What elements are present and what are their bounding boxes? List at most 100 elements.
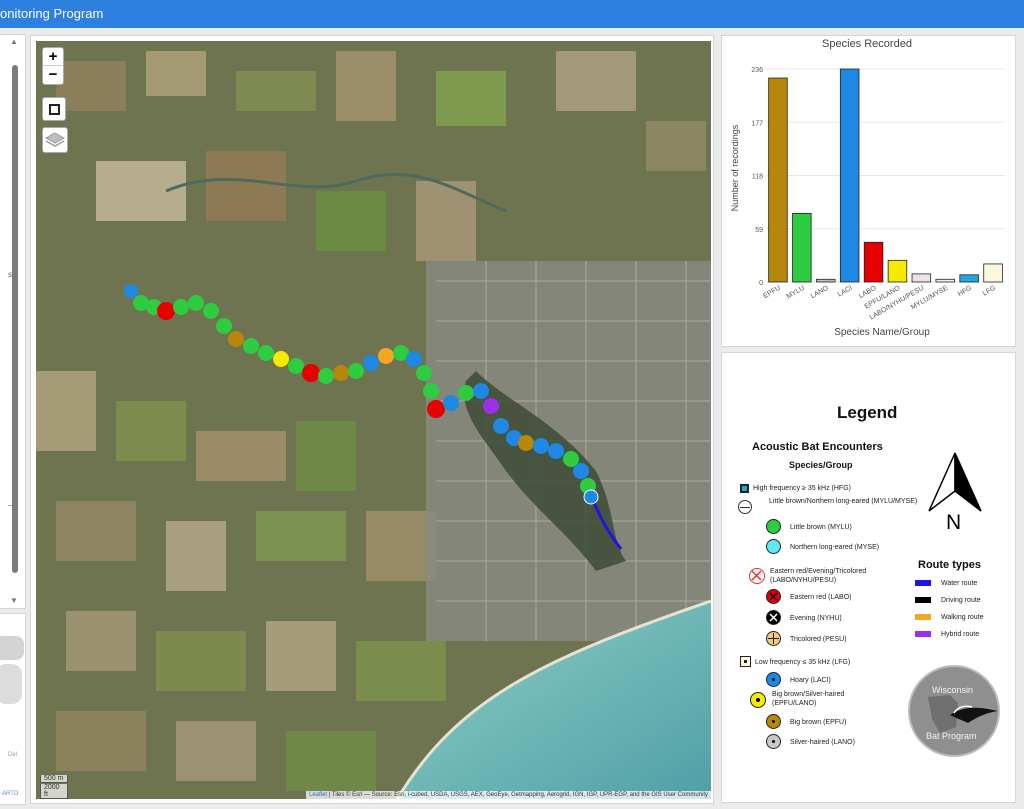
chart-title: Species Recorded xyxy=(822,38,912,50)
chart-bar[interactable] xyxy=(816,278,836,283)
map-imagery xyxy=(36,41,711,799)
route-driving: Driving route xyxy=(915,597,981,604)
chart-bar[interactable] xyxy=(911,273,932,283)
chart-x-tick-label: LACI xyxy=(837,285,854,299)
scrollbar-thumb[interactable] xyxy=(12,65,18,573)
mini-map-link[interactable]: ARTO xyxy=(2,791,18,797)
legend-mylu-myse: Little brown/Northern long-eared (MYLU/M… xyxy=(769,498,918,505)
chart-bar[interactable] xyxy=(839,68,860,283)
route-types-heading: Route types xyxy=(918,559,981,571)
scroll-up-arrow-icon[interactable]: ▲ xyxy=(10,37,18,46)
chart-x-tick-label: MYLU xyxy=(786,285,806,301)
legend-labo-group: Eastern red/Evening/Tricolored (LABO/NYH… xyxy=(770,568,867,584)
chart-bar[interactable] xyxy=(863,241,884,283)
chart-x-tick-label: LFG xyxy=(982,285,997,298)
legend-epfu-lano: Big brown/Silver-haired (EPFU/LANO) xyxy=(772,691,845,707)
nyhu-symbol xyxy=(766,610,781,625)
myse-symbol xyxy=(766,539,781,554)
hfg-symbol xyxy=(740,484,749,493)
route-label: Walking route xyxy=(941,614,984,621)
epfu-symbol xyxy=(766,714,781,729)
route-hybrid: Hybrid route xyxy=(915,631,979,638)
species-bar-chart: Species Recorded Number of recordings Sp… xyxy=(730,38,1005,338)
epfu-lano-symbol xyxy=(750,692,766,708)
chart-x-tick-label: HFG xyxy=(957,285,973,298)
legend-nyhu: Evening (NYHU) xyxy=(790,615,842,622)
chart-y-tick-label: 0 xyxy=(759,280,763,287)
route-swatch xyxy=(915,631,931,638)
route-label: Water route xyxy=(941,580,978,587)
legend-panel: Legend Acoustic Bat Encounters Species/G… xyxy=(721,352,1016,803)
side-panel-scrollbar[interactable]: ▲ ▼ xyxy=(10,37,20,605)
chart-y-tick-label: 59 xyxy=(755,227,763,234)
chart-bar[interactable] xyxy=(792,213,812,283)
layers-button[interactable] xyxy=(42,127,68,153)
map-attribution: Leaflet | Tiles © Esri — Source: Esri, i… xyxy=(306,791,711,799)
zoom-control: + − xyxy=(42,47,64,85)
chart-y-tick-label: 236 xyxy=(751,67,763,74)
legend-title: Legend xyxy=(837,403,898,422)
chart-bar[interactable] xyxy=(887,259,908,283)
route-water: Water route xyxy=(915,580,977,587)
layers-icon xyxy=(44,132,66,147)
legend-laci: Hoary (LACI) xyxy=(790,677,831,684)
satellite-map[interactable]: + − 500 m 2000 ft Leaflet | Tiles © Esri… xyxy=(36,41,711,799)
legend-lano: Silver-haired (LANO) xyxy=(790,739,855,746)
lano-symbol xyxy=(766,734,781,749)
leaflet-link[interactable]: Leaflet xyxy=(309,792,327,798)
fullscreen-icon xyxy=(49,104,60,115)
route-swatch xyxy=(915,597,931,604)
chart-bar[interactable] xyxy=(959,274,979,283)
laci-symbol xyxy=(766,672,781,687)
logo-text-bottom: Bat Program xyxy=(926,731,977,741)
mini-map-shape xyxy=(0,636,24,660)
chart-y-tick-label: 118 xyxy=(752,174,763,181)
zoom-in-button[interactable]: + xyxy=(43,48,63,66)
route-walking: Walking route xyxy=(915,614,984,621)
scale-imperial: 2000 ft xyxy=(40,784,68,799)
north-label: N xyxy=(946,511,962,534)
chart-bar[interactable] xyxy=(983,263,1003,283)
legend-pesu: Tricolored (PESU) xyxy=(790,636,847,643)
map-scale: 500 m 2000 ft xyxy=(40,775,68,799)
wisconsin-bat-icon xyxy=(928,695,998,733)
zoom-out-button[interactable]: − xyxy=(43,66,63,84)
chart-bar[interactable] xyxy=(935,278,955,283)
map-panel: + − 500 m 2000 ft Leaflet | Tiles © Esri… xyxy=(30,35,714,804)
app-header: onitoring Program xyxy=(0,0,1024,28)
labo-group-symbol xyxy=(749,568,765,584)
chart-x-axis-label: Species Name/Group xyxy=(834,327,930,338)
chart-y-tick-label: 177 xyxy=(751,120,763,127)
legend-mylu: Little brown (MYLU) xyxy=(790,524,852,531)
chart-bar[interactable] xyxy=(768,77,788,283)
mini-map-panel: Del ARTO xyxy=(0,613,26,805)
side-panel: s ▲ ▼ xyxy=(0,34,26,609)
wisconsin-bat-program-logo: Wisconsin Bat Program xyxy=(908,665,1000,757)
legend-myse: Northern long-eared (MYSE) xyxy=(790,544,880,551)
legend-hfg: High frequency ≥ 35 kHz (HFG) xyxy=(753,485,851,492)
legend-subtitle: Acoustic Bat Encounters xyxy=(752,441,883,453)
legend-species-heading: Species/Group xyxy=(789,460,853,470)
lfg-symbol xyxy=(740,656,751,667)
mylu-myse-symbol xyxy=(738,500,752,514)
labo-symbol xyxy=(766,589,781,604)
mini-map-shape xyxy=(0,664,22,704)
mylu-symbol xyxy=(766,519,781,534)
scale-metric: 500 m xyxy=(40,775,68,783)
fullscreen-button[interactable] xyxy=(42,97,66,121)
mini-map-label: Del xyxy=(8,752,18,758)
pesu-symbol xyxy=(766,631,781,646)
scroll-down-arrow-icon[interactable]: ▼ xyxy=(10,596,18,605)
legend-epfu: Big brown (EPFU) xyxy=(790,719,847,726)
route-swatch xyxy=(915,580,931,587)
route-swatch xyxy=(915,614,931,621)
chart-y-axis-label: Number of recordings xyxy=(730,124,740,211)
legend-lfg: Low frequency ≤ 35 kHz (LFG) xyxy=(755,659,851,666)
species-chart-panel: Species Recorded Number of recordings Sp… xyxy=(721,35,1016,347)
route-label: Hybrid route xyxy=(941,631,980,638)
attribution-text: | Tiles © Esri — Source: Esri, i-cubed, … xyxy=(328,792,708,798)
app-title: onitoring Program xyxy=(0,6,104,21)
chart-x-tick-label: EPFU xyxy=(762,285,782,300)
route-label: Driving route xyxy=(941,597,981,604)
chart-x-tick-label: LANO xyxy=(810,284,830,300)
